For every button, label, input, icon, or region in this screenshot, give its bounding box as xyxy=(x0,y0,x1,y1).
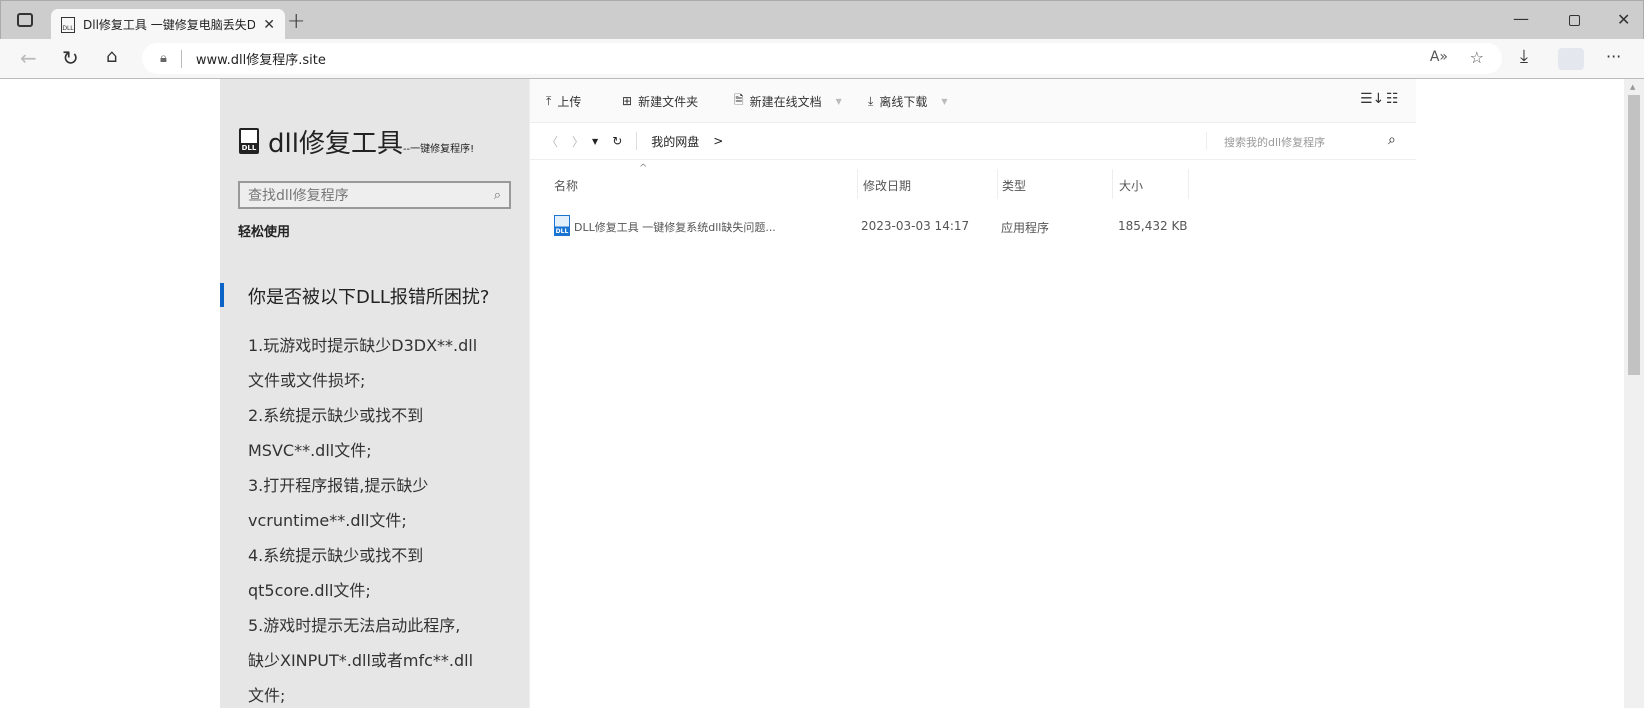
search-icon[interactable]: ⌕ xyxy=(494,188,501,203)
address-bar-row: ← ↻ ⌂ 🔒︎ www.dll修复程序.site A» ☆ ⤓ ··· xyxy=(0,39,1644,79)
add-favorite-icon[interactable]: ☆ xyxy=(1470,48,1484,67)
profile-avatar[interactable] xyxy=(1558,48,1584,70)
back-icon[interactable]: 〈 xyxy=(546,133,558,150)
list-line: 2.系统提示缺少或找不到 xyxy=(248,406,424,425)
dll-logo-icon: DLL xyxy=(239,128,259,154)
column-header-type[interactable]: 类型 xyxy=(1002,177,1026,194)
column-header-size[interactable]: 大小 xyxy=(1119,177,1143,194)
list-line: vcruntime**.dll文件; xyxy=(248,511,407,530)
breadcrumb[interactable]: 我的网盘 xyxy=(651,133,699,150)
offline-download-button[interactable]: ⤓ 离线下载 ▼ xyxy=(868,79,947,123)
read-aloud-icon[interactable]: A» xyxy=(1430,49,1448,65)
list-line: qt5core.dll文件; xyxy=(248,581,371,600)
upload-button[interactable]: ⤒ 上传 xyxy=(546,79,581,123)
history-dropdown-icon[interactable]: ▼ xyxy=(592,137,598,146)
file-panel: ⤒ 上传 ⊞ 新建文件夹 🗎︎ 新建在线文档 ▼ ⤓ 离线下载 ▼ ☰↓ ☷ 〈 〉 ▼ ↻… xyxy=(529,79,1416,708)
list-line: 5.游戏时提示无法启动此程序, xyxy=(248,616,461,635)
file-size: 185,432 KB xyxy=(1118,219,1188,233)
document-icon: 🗎︎ xyxy=(734,92,744,107)
address-bar[interactable]: 🔒︎ www.dll修复程序.site A» ☆ xyxy=(142,43,1502,74)
list-line: 文件或文件损坏; xyxy=(248,371,366,390)
site-title: dll修复工具--一键修复程序! xyxy=(268,129,475,159)
download-icon: ⤓ xyxy=(868,93,874,108)
section-label: 轻松使用 xyxy=(238,225,291,240)
lock-icon: 🔒︎ xyxy=(160,51,167,66)
scroll-up-icon[interactable]: ▲ xyxy=(1630,83,1635,91)
sort-icon[interactable]: ☰↓ xyxy=(1360,91,1384,107)
column-header-date[interactable]: 修改日期 xyxy=(863,177,911,194)
new-tab-icon[interactable]: + xyxy=(287,9,305,34)
list-line: MSVC**.dll文件; xyxy=(248,441,372,460)
toolbar: ⤒ 上传 ⊞ 新建文件夹 🗎︎ 新建在线文档 ▼ ⤓ 离线下载 ▼ ☰↓ ☷ xyxy=(530,79,1416,123)
sidebar-heading: 你是否被以下DLL报错所困扰? xyxy=(248,287,490,308)
tab-title: Dll修复工具 一键修复电脑丢失DLL xyxy=(83,18,256,32)
file-search-input[interactable]: 搜索我的dll修复程序 xyxy=(1224,134,1325,150)
dll-file-icon: DLL xyxy=(61,16,75,33)
active-indicator xyxy=(220,283,224,307)
url-text: www.dll修复程序.site xyxy=(195,53,326,68)
close-window-icon[interactable]: ✕ xyxy=(1617,10,1630,29)
file-date: 2023-03-03 14:17 xyxy=(861,219,970,233)
sort-ascending-icon: ^ xyxy=(639,163,648,174)
dropdown-icon[interactable]: ▼ xyxy=(836,97,842,106)
maximize-icon[interactable] xyxy=(1569,15,1580,26)
table-row[interactable]: DLL DLL修复工具 一键修复系统dll缺失问题... 2023-03-03 … xyxy=(530,209,1416,241)
nav-bar: 〈 〉 ▼ ↻ 我的网盘 > 搜索我的dll修复程序 ⌕ xyxy=(530,123,1416,160)
refresh-icon[interactable]: ↻ xyxy=(612,134,622,148)
back-icon[interactable]: ← xyxy=(20,46,37,70)
scrollbar-thumb[interactable] xyxy=(1628,95,1640,375)
new-folder-button[interactable]: ⊞ 新建文件夹 xyxy=(622,79,698,123)
close-tab-icon[interactable]: ✕ xyxy=(263,17,275,33)
minimize-icon[interactable]: — xyxy=(1513,9,1529,28)
new-doc-button[interactable]: 🗎︎ 新建在线文档 ▼ xyxy=(734,79,842,123)
breadcrumb-separator: > xyxy=(713,134,724,148)
new-folder-icon: ⊞ xyxy=(622,94,633,108)
sidebar: DLL dll修复工具--一键修复程序! 查找dll修复程序 ⌕ 轻松使用 你是… xyxy=(220,79,529,708)
tab-bar: DLL Dll修复工具 一键修复电脑丢失DLL ✕ + — ✕ xyxy=(0,0,1644,40)
sidebar-search[interactable]: 查找dll修复程序 ⌕ xyxy=(238,181,511,209)
more-icon[interactable]: ··· xyxy=(1606,47,1621,66)
dropdown-icon[interactable]: ▼ xyxy=(941,97,947,106)
list-line: 1.玩游戏时提示缺少D3DX**.dll xyxy=(248,336,478,355)
tab-actions-icon[interactable] xyxy=(17,13,33,27)
home-icon[interactable]: ⌂ xyxy=(106,46,117,67)
file-type: 应用程序 xyxy=(1001,221,1050,235)
column-header-name[interactable]: 名称 xyxy=(554,177,578,194)
file-name[interactable]: DLL修复工具 一键修复系统dll缺失问题... xyxy=(574,219,776,235)
forward-icon[interactable]: 〉 xyxy=(572,133,584,150)
dll-file-icon: DLL xyxy=(554,215,570,236)
list-line: 缺少XINPUT*.dll或者mfc**.dll xyxy=(248,651,474,670)
dll-error-list: 1.玩游戏时提示缺少D3DX**.dll 文件或文件损坏; 2.系统提示缺少或找… xyxy=(248,328,477,713)
upload-icon: ⤒ xyxy=(546,93,552,108)
scrollbar[interactable]: ▲ xyxy=(1624,79,1644,708)
list-view-icon[interactable]: ☷ xyxy=(1386,91,1399,107)
browser-tab[interactable]: DLL Dll修复工具 一键修复电脑丢失DLL ✕ xyxy=(51,9,285,40)
list-line: 3.打开程序报错,提示缺少 xyxy=(248,476,429,495)
search-input[interactable]: 查找dll修复程序 xyxy=(248,185,494,205)
downloads-icon[interactable]: ⤓ xyxy=(1520,46,1528,67)
refresh-icon[interactable]: ↻ xyxy=(62,46,79,70)
search-icon[interactable]: ⌕ xyxy=(1388,132,1396,148)
list-line: 4.系统提示缺少或找不到 xyxy=(248,546,424,565)
